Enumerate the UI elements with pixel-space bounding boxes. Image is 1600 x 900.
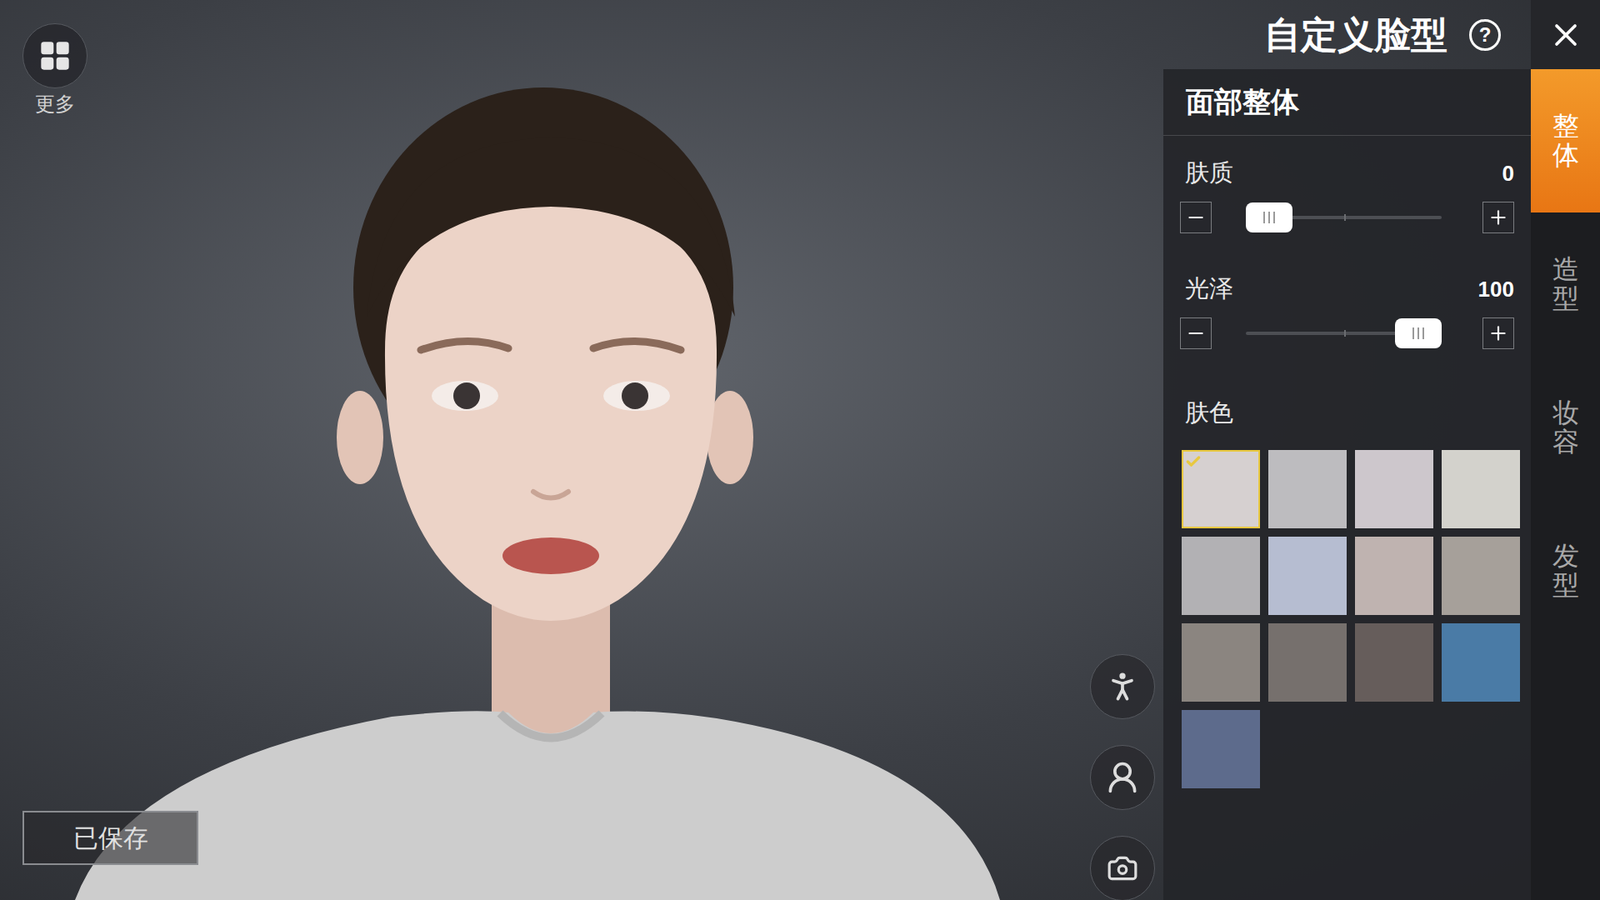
- character-preview[interactable]: [0, 0, 1164, 900]
- check-icon: [1185, 453, 1202, 470]
- category-tab[interactable]: 整体: [1530, 69, 1600, 213]
- slider-row: 光泽 100: [1180, 273, 1515, 350]
- camera-button[interactable]: [1090, 835, 1155, 900]
- slider-track[interactable]: [1245, 317, 1442, 350]
- skin-swatch[interactable]: [1355, 450, 1434, 529]
- slider-value: 0: [1502, 157, 1515, 190]
- scene: 更多已保存: [0, 0, 1164, 900]
- plus-icon: [1487, 206, 1510, 229]
- skin-swatch[interactable]: [1441, 450, 1520, 529]
- skin-swatch[interactable]: [1441, 536, 1520, 615]
- swatch-grid: [1180, 450, 1515, 789]
- grip-line: [1412, 327, 1415, 340]
- close-button[interactable]: [1530, 0, 1600, 70]
- camera-icon: [1106, 852, 1139, 885]
- skin-swatch[interactable]: [1268, 450, 1347, 529]
- side-panel: 自定义脸型? 面部整体肤质 0 光泽 100 肤色: [1163, 0, 1531, 900]
- more-label: 更多: [35, 91, 75, 117]
- skin-swatch[interactable]: [1181, 536, 1260, 615]
- rotate-button[interactable]: [1090, 654, 1155, 720]
- grip-line: [1273, 211, 1275, 224]
- title-bar: 自定义脸型?: [1163, 0, 1531, 70]
- tab-label: 整体: [1552, 111, 1580, 170]
- skin-swatch[interactable]: [1441, 623, 1520, 702]
- skin-swatch[interactable]: [1181, 623, 1260, 702]
- grip-line: [1422, 327, 1425, 340]
- tab-label: 发型: [1552, 541, 1580, 600]
- skin-swatch[interactable]: [1181, 450, 1260, 529]
- rotate-character-icon: [1104, 668, 1141, 705]
- category-tab[interactable]: 造型: [1530, 212, 1600, 356]
- skin-swatch[interactable]: [1355, 623, 1434, 702]
- category-tab[interactable]: 妆容: [1530, 355, 1600, 500]
- tab-column: 整体造型妆容发型: [1530, 0, 1600, 900]
- slider-thumb[interactable]: [1395, 318, 1442, 349]
- close-icon: [1547, 16, 1585, 54]
- increase-button[interactable]: [1482, 201, 1515, 234]
- plus-icon: [1487, 322, 1510, 345]
- skin-swatch[interactable]: [1268, 623, 1347, 702]
- panel: 面部整体肤质 0 光泽 100 肤色: [1163, 69, 1531, 900]
- grip-line: [1268, 211, 1270, 224]
- head-view-button[interactable]: [1090, 745, 1155, 810]
- slider-row: 肤质 0: [1180, 157, 1515, 234]
- slider-label: 肤质: [1185, 155, 1234, 192]
- slider-track[interactable]: [1245, 201, 1442, 234]
- skin-color-label: 肤色: [1185, 395, 1234, 432]
- slider-thumb[interactable]: [1245, 202, 1293, 233]
- decrease-button[interactable]: [1180, 317, 1212, 350]
- slider-label-row: 肤质 0: [1180, 157, 1515, 190]
- increase-button[interactable]: [1482, 317, 1515, 350]
- more-circle: [22, 23, 88, 89]
- minus-icon: [1185, 322, 1207, 345]
- track-tick: [1344, 214, 1346, 221]
- skin-swatch[interactable]: [1355, 536, 1434, 615]
- tab-label: 造型: [1552, 255, 1580, 314]
- slider-label: 光泽: [1185, 270, 1234, 308]
- decrease-button[interactable]: [1180, 201, 1212, 234]
- title: 自定义脸型: [1264, 16, 1448, 54]
- face-editor: 更多已保存自定义脸型?面部整体肤质0光泽100肤色整体造型妆容发型: [0, 0, 1600, 900]
- view-buttons: [1090, 654, 1155, 900]
- slider-value: 100: [1478, 273, 1515, 306]
- slider-label-row: 光泽 100: [1180, 273, 1515, 305]
- panel-title: 面部整体: [1185, 80, 1300, 124]
- skin-swatch[interactable]: [1268, 536, 1347, 615]
- tab-label: 妆容: [1552, 398, 1580, 457]
- grip-line: [1263, 211, 1265, 224]
- grid-icon: [38, 39, 72, 73]
- panel-header: 面部整体: [1163, 69, 1531, 136]
- help-button[interactable]: ?: [1469, 19, 1501, 51]
- skin-swatch[interactable]: [1181, 710, 1260, 789]
- slider-control: [1180, 317, 1515, 350]
- minus-icon: [1185, 206, 1207, 229]
- panel-body: 肤质 0 光泽 100 肤色: [1163, 135, 1531, 789]
- skin-color-label-row: 肤色: [1180, 397, 1515, 430]
- slider-control: [1180, 201, 1515, 234]
- head-icon: [1104, 759, 1141, 796]
- more-button[interactable]: 更多: [22, 23, 88, 117]
- track-tick: [1344, 330, 1346, 337]
- save-button[interactable]: 已保存: [22, 810, 199, 865]
- grip-line: [1417, 327, 1420, 340]
- category-tab[interactable]: 发型: [1530, 499, 1600, 643]
